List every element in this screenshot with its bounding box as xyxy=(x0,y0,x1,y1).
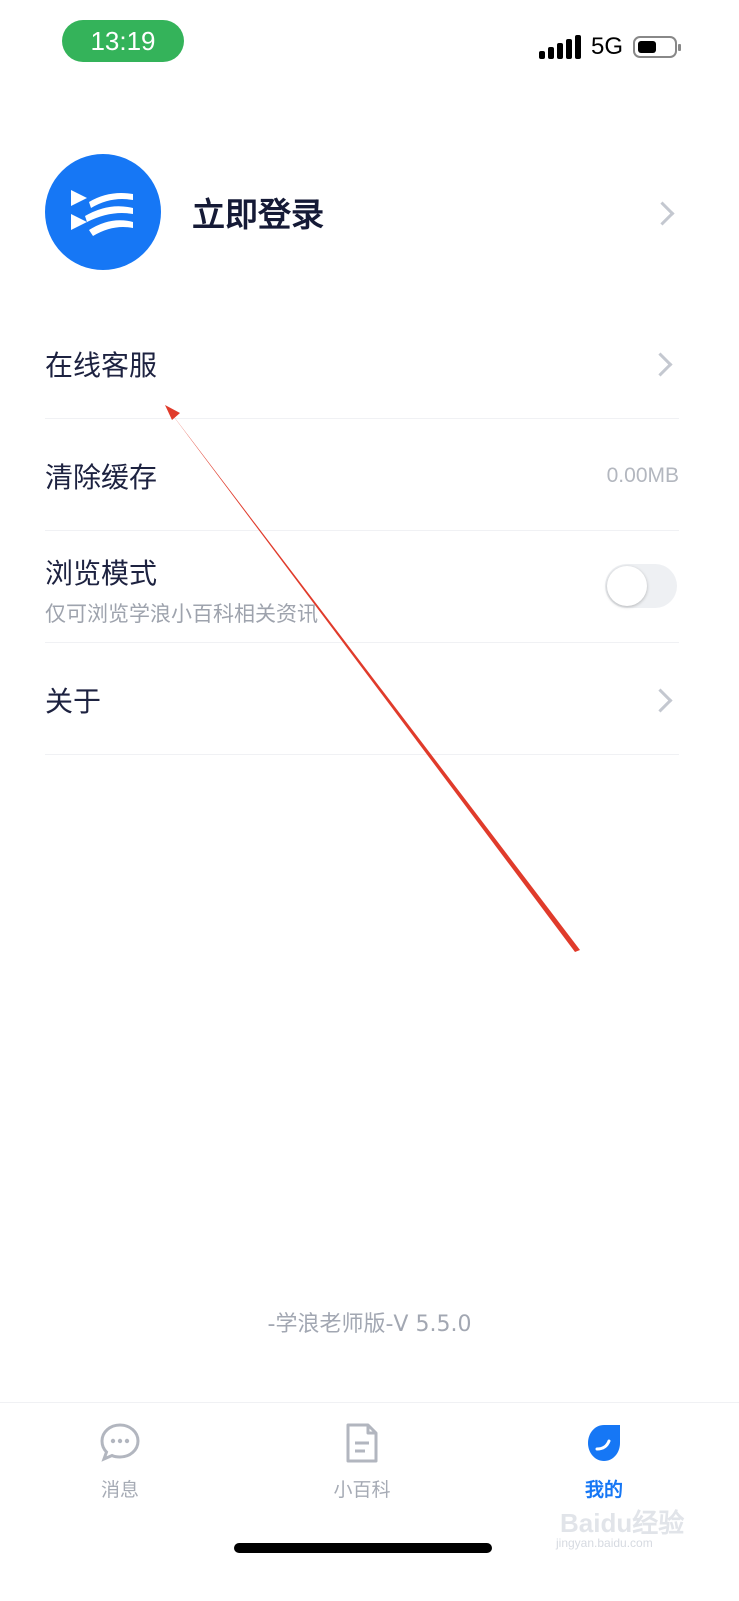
tab-wiki[interactable]: 小百科 xyxy=(302,1421,422,1502)
browse-mode-toggle[interactable] xyxy=(605,564,677,608)
browse-mode-row: 浏览模式 仅可浏览学浪小百科相关资讯 xyxy=(45,530,679,643)
watermark-url: jingyan.baidu.com xyxy=(556,1536,653,1550)
chevron-right-icon xyxy=(648,688,673,713)
browse-mode-label: 浏览模式 xyxy=(45,557,158,590)
login-label: 立即登录 xyxy=(192,195,324,234)
login-row[interactable]: 立即登录 xyxy=(0,150,739,274)
signal-icon xyxy=(538,35,581,59)
chat-bubble-icon xyxy=(98,1421,142,1465)
about-row[interactable]: 关于 xyxy=(45,642,679,755)
online-service-row[interactable]: 在线客服 xyxy=(45,308,679,419)
online-service-label: 在线客服 xyxy=(45,349,158,382)
tab-messages[interactable]: 消息 xyxy=(60,1421,180,1502)
status-icons: 5G xyxy=(538,32,681,62)
bottom-tab-bar: 消息 小百科 我的 xyxy=(0,1402,739,1601)
clear-cache-row[interactable]: 清除缓存 0.00MB xyxy=(45,418,679,531)
home-indicator[interactable] xyxy=(234,1543,492,1553)
chevron-right-icon xyxy=(650,201,675,226)
tab-mine[interactable]: 我的 xyxy=(544,1421,664,1502)
app-logo-avatar xyxy=(45,154,161,270)
tab-mine-label: 我的 xyxy=(584,1479,623,1501)
app-version: -学浪老师版-V 5.5.0 xyxy=(267,1312,472,1337)
cache-size-value: 0.00MB xyxy=(606,464,679,487)
wave-logo-icon xyxy=(71,190,133,236)
watermark-logo: Baidu经验 xyxy=(560,1508,685,1538)
browse-mode-description: 仅可浏览学浪小百科相关资讯 xyxy=(45,602,318,626)
clear-cache-label: 清除缓存 xyxy=(45,461,158,494)
document-icon xyxy=(340,1421,384,1465)
about-label: 关于 xyxy=(45,685,102,718)
battery-icon xyxy=(633,36,681,58)
chevron-right-icon xyxy=(648,352,673,377)
profile-drop-icon xyxy=(582,1421,626,1465)
status-time: 13:19 xyxy=(62,20,184,62)
tab-messages-label: 消息 xyxy=(100,1479,139,1501)
network-type: 5G xyxy=(590,33,623,60)
tab-wiki-label: 小百科 xyxy=(333,1479,391,1501)
